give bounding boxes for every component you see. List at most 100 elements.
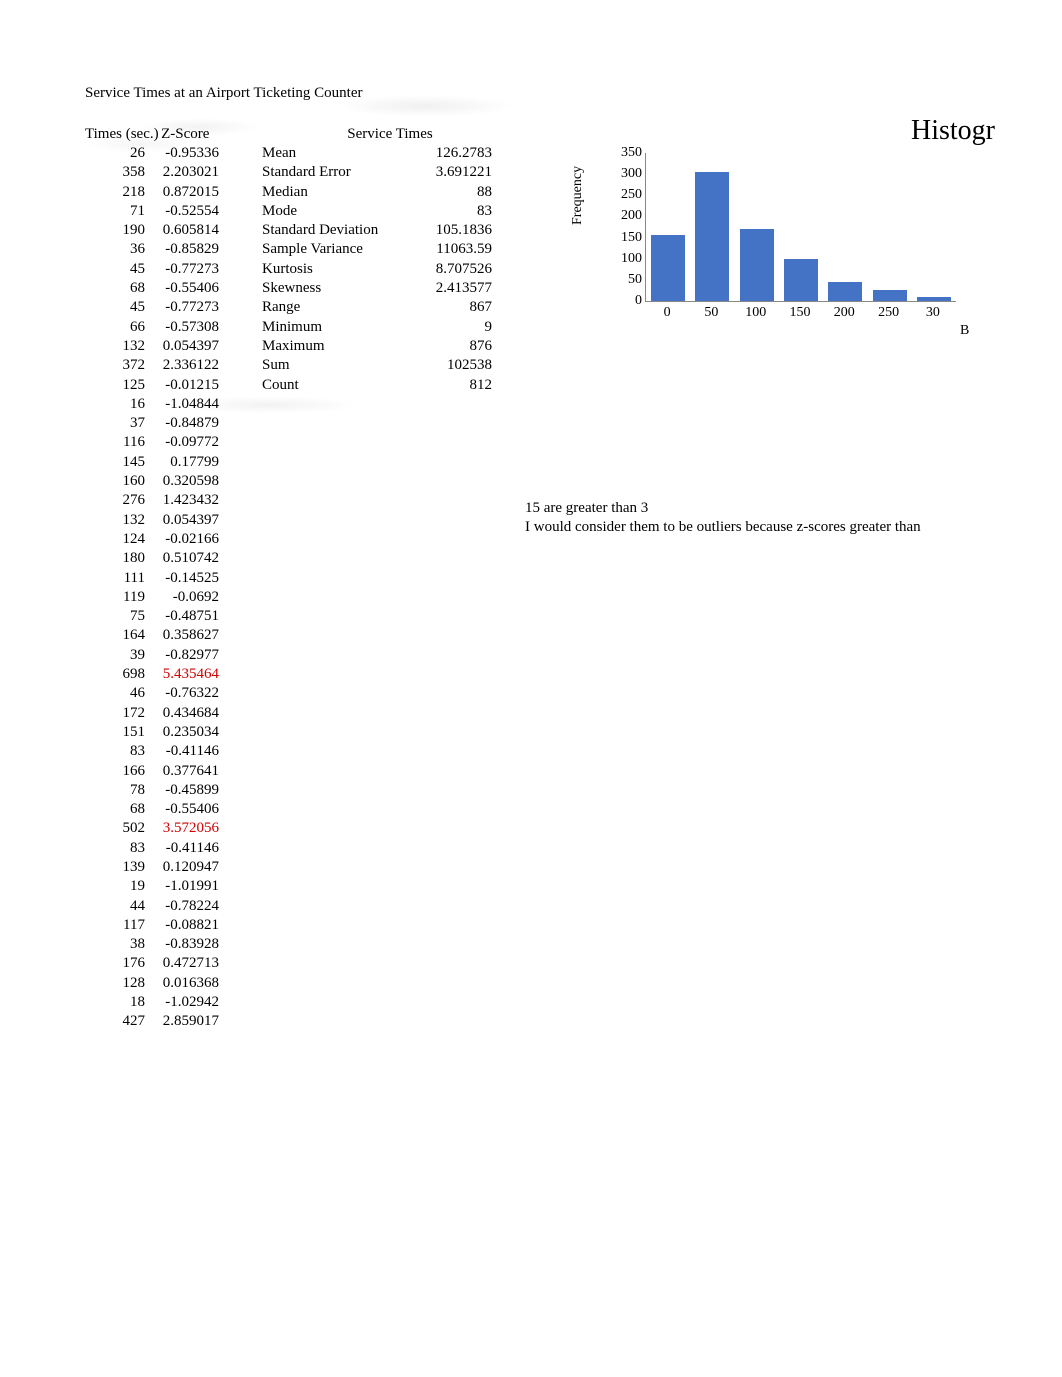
cell-zscore: -0.08821 — [145, 916, 219, 935]
table-row: 117-0.08821 — [85, 916, 260, 935]
cell-time: 427 — [85, 1012, 145, 1031]
cell-zscore: 5.435464 — [145, 665, 219, 684]
histogram-xtick: 150 — [785, 305, 815, 321]
table-row: 6985.435464 — [85, 665, 260, 684]
stats-row: Standard Deviation105.1836 — [260, 221, 560, 240]
histogram-xtick: 200 — [829, 305, 859, 321]
stats-label: Count — [260, 376, 402, 395]
stats-value: 102538 — [402, 356, 492, 375]
histogram-bar — [740, 229, 774, 301]
header-times: Times (sec.) — [85, 124, 159, 144]
histogram-ytick: 100 — [610, 251, 642, 267]
histogram-ytick: 150 — [610, 230, 642, 246]
histogram: Histogr Frequency 050100150200250300350 … — [570, 115, 990, 345]
note-line-2: I would consider them to be outliers bec… — [525, 518, 921, 537]
cell-time: 46 — [85, 684, 145, 703]
table-row: 2180.872015 — [85, 183, 260, 202]
table-row: 1660.377641 — [85, 762, 260, 781]
stats-label: Sum — [260, 356, 402, 375]
cell-zscore: -0.55406 — [145, 800, 219, 819]
cell-zscore: -0.84879 — [145, 414, 219, 433]
cell-zscore: 0.235034 — [145, 723, 219, 742]
histogram-yticks: 050100150200250300350 — [610, 147, 642, 303]
histogram-bar — [784, 259, 818, 301]
cell-zscore: 2.859017 — [145, 1012, 219, 1031]
histogram-ytick: 250 — [610, 187, 642, 203]
cell-time: 116 — [85, 433, 145, 452]
table-row: 1510.235034 — [85, 723, 260, 742]
cell-zscore: 0.17799 — [145, 453, 219, 472]
histogram-ylabel: Frequency — [570, 166, 586, 225]
histogram-title: Histogr — [911, 115, 995, 147]
cell-time: 176 — [85, 954, 145, 973]
table-row: 71-0.52554 — [85, 202, 260, 221]
cell-zscore: 0.320598 — [145, 472, 219, 491]
table-row: 36-0.85829 — [85, 240, 260, 259]
table-row: 1800.510742 — [85, 549, 260, 568]
cell-zscore: -0.77273 — [145, 260, 219, 279]
stats-row: Sample Variance11063.59 — [260, 240, 560, 259]
table-row: 78-0.45899 — [85, 781, 260, 800]
cell-time: 166 — [85, 762, 145, 781]
cell-zscore: -0.0692 — [145, 588, 219, 607]
histogram-bar — [917, 297, 951, 301]
cell-zscore: 0.054397 — [145, 337, 219, 356]
stats-value: 9 — [402, 318, 492, 337]
stats-label: Kurtosis — [260, 260, 402, 279]
histogram-bar — [828, 282, 862, 301]
table-row: 1900.605814 — [85, 221, 260, 240]
stats-row: Standard Error3.691221 — [260, 163, 560, 182]
table-row: 1320.054397 — [85, 511, 260, 530]
cell-zscore: -0.41146 — [145, 742, 219, 761]
table-row: 119-0.0692 — [85, 588, 260, 607]
table-row: 125-0.01215 — [85, 376, 260, 395]
cell-zscore: -0.41146 — [145, 839, 219, 858]
cell-time: 19 — [85, 877, 145, 896]
cell-zscore: -0.83928 — [145, 935, 219, 954]
cell-zscore: 2.336122 — [145, 356, 219, 375]
cell-time: 18 — [85, 993, 145, 1012]
cell-time: 358 — [85, 163, 145, 182]
stats-value: 867 — [402, 298, 492, 317]
table-row: 1320.054397 — [85, 337, 260, 356]
cell-time: 139 — [85, 858, 145, 877]
histogram-bar — [873, 290, 907, 301]
histogram-bar — [651, 235, 685, 301]
table-row: 45-0.77273 — [85, 298, 260, 317]
cell-time: 37 — [85, 414, 145, 433]
cell-zscore: -0.76322 — [145, 684, 219, 703]
cell-time: 78 — [85, 781, 145, 800]
histogram-xticks: 05010015020025030 — [645, 305, 965, 323]
cell-time: 75 — [85, 607, 145, 626]
table-row: 19-1.01991 — [85, 877, 260, 896]
cell-time: 132 — [85, 337, 145, 356]
cell-time: 68 — [85, 800, 145, 819]
table-row: 83-0.41146 — [85, 839, 260, 858]
cell-zscore: -0.02166 — [145, 530, 219, 549]
table-row: 5023.572056 — [85, 819, 260, 838]
cell-time: 125 — [85, 376, 145, 395]
cell-zscore: -1.02942 — [145, 993, 219, 1012]
cell-zscore: 3.572056 — [145, 819, 219, 838]
stats-label: Mean — [260, 144, 402, 163]
table-row: 44-0.78224 — [85, 897, 260, 916]
stats-row: Skewness2.413577 — [260, 279, 560, 298]
table-row: 75-0.48751 — [85, 607, 260, 626]
cell-time: 180 — [85, 549, 145, 568]
stats-value: 11063.59 — [402, 240, 492, 259]
stats-row: Maximum876 — [260, 337, 560, 356]
cell-time: 111 — [85, 569, 145, 588]
stats-value: 8.707526 — [402, 260, 492, 279]
table-row: 2761.423432 — [85, 491, 260, 510]
table-row: 1280.016368 — [85, 974, 260, 993]
header-zscore: Z-Score — [159, 124, 260, 144]
cell-zscore: 0.472713 — [145, 954, 219, 973]
stats-row: Kurtosis8.707526 — [260, 260, 560, 279]
cell-time: 44 — [85, 897, 145, 916]
table-row: 1450.17799 — [85, 453, 260, 472]
stats-row: Median88 — [260, 183, 560, 202]
cell-time: 45 — [85, 260, 145, 279]
table-row: 1600.320598 — [85, 472, 260, 491]
cell-zscore: 0.377641 — [145, 762, 219, 781]
cell-time: 132 — [85, 511, 145, 530]
